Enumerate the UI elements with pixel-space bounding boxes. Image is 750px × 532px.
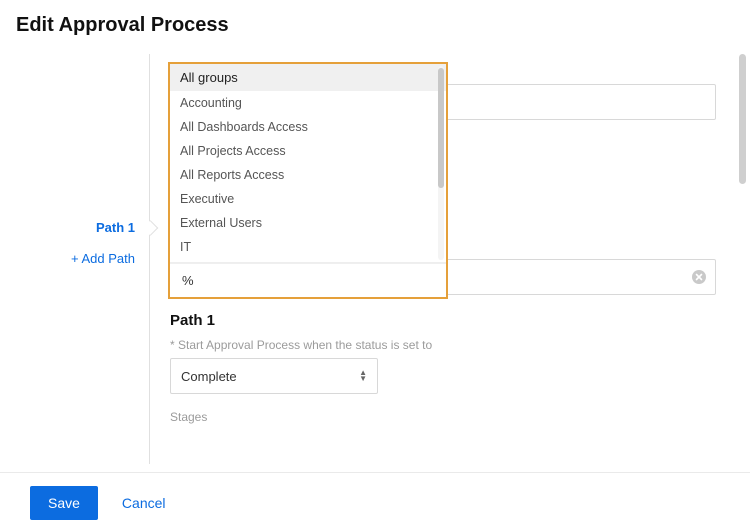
save-button[interactable]: Save [30,486,98,520]
dropdown-option[interactable]: All Dashboards Access [170,115,446,139]
clear-icon[interactable] [691,269,707,285]
stages-label: Stages [170,410,207,424]
cancel-button[interactable]: Cancel [116,494,172,512]
group-dropdown-list[interactable]: All groups Accounting All Dashboards Acc… [170,64,446,263]
status-select[interactable]: Complete ▲▼ [170,358,378,394]
page-scrollbar-thumb[interactable] [739,54,746,184]
footer-bar: Save Cancel [0,472,750,532]
add-path-link[interactable]: + Add Path [0,241,149,272]
dropdown-option[interactable]: All Reports Access [170,163,446,187]
dropdown-option[interactable]: External Users [170,211,446,235]
sidebar-item-path-1[interactable]: Path 1 [0,214,149,241]
dropdown-option[interactable]: Legal [170,259,446,263]
dropdown-search-row [170,263,446,297]
page-title: Edit Approval Process [0,0,750,43]
start-status-label: * Start Approval Process when the status… [170,338,432,352]
dropdown-option[interactable]: IT [170,235,446,259]
status-select-value: Complete [181,369,237,384]
start-status-label-text: Start Approval Process when the status i… [178,338,432,352]
dropdown-option[interactable]: All Projects Access [170,139,446,163]
dropdown-search-input[interactable] [180,272,440,289]
group-dropdown: All groups Accounting All Dashboards Acc… [168,62,448,299]
select-caret-icon: ▲▼ [359,370,367,382]
dropdown-scrollbar[interactable] [438,66,444,260]
dropdown-option[interactable]: Accounting [170,91,446,115]
path-heading: Path 1 [170,312,215,329]
side-nav: Path 1 + Add Path [0,54,150,464]
required-marker: * [170,338,175,352]
dropdown-scrollbar-thumb[interactable] [438,68,444,188]
dropdown-option-all-groups[interactable]: All groups [170,64,446,91]
dropdown-option[interactable]: Executive [170,187,446,211]
